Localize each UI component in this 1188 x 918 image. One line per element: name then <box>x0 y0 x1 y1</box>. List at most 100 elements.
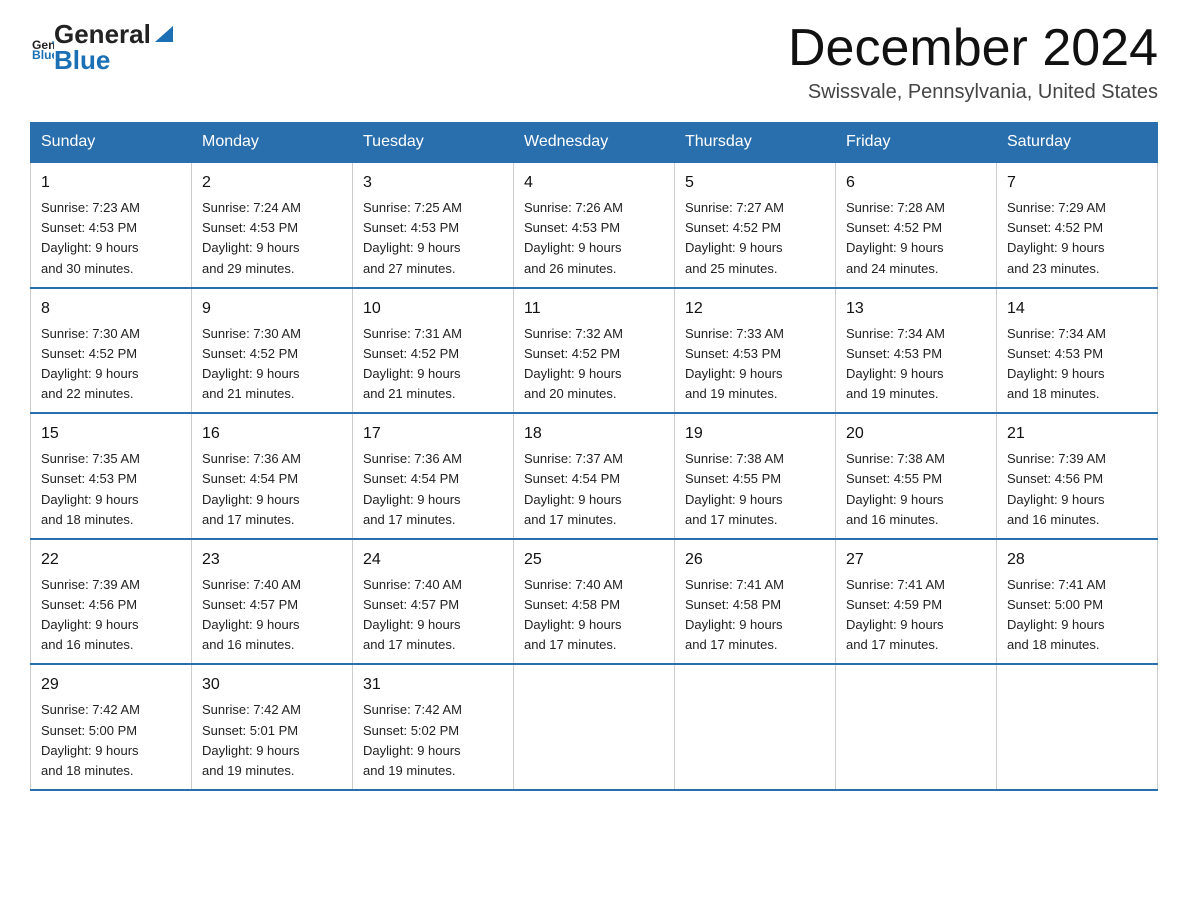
logo: General Blue General Blue <box>30 20 173 76</box>
day-info: Sunrise: 7:30 AMSunset: 4:52 PMDaylight:… <box>41 324 181 405</box>
day-info: Sunrise: 7:29 AMSunset: 4:52 PMDaylight:… <box>1007 198 1147 279</box>
calendar-day-cell: 2Sunrise: 7:24 AMSunset: 4:53 PMDaylight… <box>192 162 353 288</box>
day-number: 2 <box>202 171 342 195</box>
weekday-header-wednesday: Wednesday <box>514 123 675 163</box>
day-number: 8 <box>41 297 181 321</box>
day-info: Sunrise: 7:32 AMSunset: 4:52 PMDaylight:… <box>524 324 664 405</box>
calendar-day-cell: 12 Sunrise: 7:33 AMSunset: 4:53 PMDayligh… <box>675 288 836 414</box>
calendar-day-cell: 7 Sunrise: 7:29 AMSunset: 4:52 PMDaylight… <box>997 162 1158 288</box>
weekday-header-monday: Monday <box>192 123 353 163</box>
calendar-day-cell: 16 Sunrise: 7:36 AMSunset: 4:54 PMDayligh… <box>192 413 353 539</box>
day-info: Sunrise: 7:38 AMSunset: 4:55 PMDaylight:… <box>846 449 986 530</box>
page-header: General Blue General Blue December 2024 … <box>30 20 1158 104</box>
calendar-week-row: 8 Sunrise: 7:30 AMSunset: 4:52 PMDaylight… <box>31 288 1158 414</box>
calendar-day-cell: 3 Sunrise: 7:25 AMSunset: 4:53 PMDaylight… <box>353 162 514 288</box>
calendar-day-cell: 31 Sunrise: 7:42 AMSunset: 5:02 PMDayligh… <box>353 664 514 790</box>
calendar-day-cell <box>836 664 997 790</box>
day-number: 6 <box>846 171 986 195</box>
calendar-day-cell: 26 Sunrise: 7:41 AMSunset: 4:58 PMDayligh… <box>675 539 836 665</box>
day-number: 23 <box>202 548 342 572</box>
calendar-week-row: 15Sunrise: 7:35 AMSunset: 4:53 PMDayligh… <box>31 413 1158 539</box>
day-number: 29 <box>41 673 181 697</box>
day-info: Sunrise: 7:26 AMSunset: 4:53 PMDaylight:… <box>524 198 664 279</box>
day-info: Sunrise: 7:37 AMSunset: 4:54 PMDaylight:… <box>524 449 664 530</box>
calendar-day-cell: 30Sunrise: 7:42 AMSunset: 5:01 PMDayligh… <box>192 664 353 790</box>
calendar-day-cell: 17 Sunrise: 7:36 AMSunset: 4:54 PMDayligh… <box>353 413 514 539</box>
day-info: Sunrise: 7:40 AMSunset: 4:57 PMDaylight:… <box>202 575 342 656</box>
calendar-day-cell: 15Sunrise: 7:35 AMSunset: 4:53 PMDayligh… <box>31 413 192 539</box>
day-info: Sunrise: 7:31 AMSunset: 4:52 PMDaylight:… <box>363 324 503 405</box>
calendar-table: SundayMondayTuesdayWednesdayThursdayFrid… <box>30 122 1158 791</box>
logo-triangle-icon <box>155 26 173 42</box>
calendar-day-cell: 4 Sunrise: 7:26 AMSunset: 4:53 PMDaylight… <box>514 162 675 288</box>
weekday-header-tuesday: Tuesday <box>353 123 514 163</box>
calendar-day-cell: 22Sunrise: 7:39 AMSunset: 4:56 PMDayligh… <box>31 539 192 665</box>
day-info: Sunrise: 7:40 AMSunset: 4:58 PMDaylight:… <box>524 575 664 656</box>
day-number: 4 <box>524 171 664 195</box>
calendar-day-cell: 10Sunrise: 7:31 AMSunset: 4:52 PMDayligh… <box>353 288 514 414</box>
day-number: 19 <box>685 422 825 446</box>
day-info: Sunrise: 7:28 AMSunset: 4:52 PMDaylight:… <box>846 198 986 279</box>
logo-icon: General Blue <box>32 37 54 59</box>
day-info: Sunrise: 7:25 AMSunset: 4:53 PMDaylight:… <box>363 198 503 279</box>
weekday-header-row: SundayMondayTuesdayWednesdayThursdayFrid… <box>31 123 1158 163</box>
day-info: Sunrise: 7:41 AMSunset: 5:00 PMDaylight:… <box>1007 575 1147 656</box>
day-number: 12 <box>685 297 825 321</box>
day-number: 9 <box>202 297 342 321</box>
calendar-week-row: 1Sunrise: 7:23 AMSunset: 4:53 PMDaylight… <box>31 162 1158 288</box>
calendar-day-cell: 20Sunrise: 7:38 AMSunset: 4:55 PMDayligh… <box>836 413 997 539</box>
calendar-day-cell <box>997 664 1158 790</box>
day-number: 24 <box>363 548 503 572</box>
day-info: Sunrise: 7:41 AMSunset: 4:58 PMDaylight:… <box>685 575 825 656</box>
calendar-day-cell: 23 Sunrise: 7:40 AMSunset: 4:57 PMDayligh… <box>192 539 353 665</box>
weekday-header-saturday: Saturday <box>997 123 1158 163</box>
calendar-day-cell: 5 Sunrise: 7:27 AMSunset: 4:52 PMDaylight… <box>675 162 836 288</box>
month-title: December 2024 <box>788 20 1158 77</box>
day-info: Sunrise: 7:34 AMSunset: 4:53 PMDaylight:… <box>846 324 986 405</box>
day-info: Sunrise: 7:30 AMSunset: 4:52 PMDaylight:… <box>202 324 342 405</box>
day-number: 17 <box>363 422 503 446</box>
day-number: 16 <box>202 422 342 446</box>
logo-blue-text: Blue <box>54 46 173 76</box>
calendar-day-cell: 14Sunrise: 7:34 AMSunset: 4:53 PMDayligh… <box>997 288 1158 414</box>
day-number: 25 <box>524 548 664 572</box>
calendar-day-cell <box>514 664 675 790</box>
day-number: 5 <box>685 171 825 195</box>
calendar-day-cell: 27Sunrise: 7:41 AMSunset: 4:59 PMDayligh… <box>836 539 997 665</box>
day-number: 26 <box>685 548 825 572</box>
calendar-day-cell: 1Sunrise: 7:23 AMSunset: 4:53 PMDaylight… <box>31 162 192 288</box>
day-info: Sunrise: 7:36 AMSunset: 4:54 PMDaylight:… <box>202 449 342 530</box>
day-info: Sunrise: 7:23 AMSunset: 4:53 PMDaylight:… <box>41 198 181 279</box>
weekday-header-friday: Friday <box>836 123 997 163</box>
day-info: Sunrise: 7:42 AMSunset: 5:02 PMDaylight:… <box>363 700 503 781</box>
calendar-week-row: 29 Sunrise: 7:42 AMSunset: 5:00 PMDayligh… <box>31 664 1158 790</box>
day-number: 14 <box>1007 297 1147 321</box>
day-info: Sunrise: 7:39 AMSunset: 4:56 PMDaylight:… <box>41 575 181 656</box>
day-info: Sunrise: 7:35 AMSunset: 4:53 PMDaylight:… <box>41 449 181 530</box>
day-number: 31 <box>363 673 503 697</box>
day-number: 30 <box>202 673 342 697</box>
calendar-week-row: 22Sunrise: 7:39 AMSunset: 4:56 PMDayligh… <box>31 539 1158 665</box>
day-number: 3 <box>363 171 503 195</box>
day-number: 18 <box>524 422 664 446</box>
calendar-day-cell: 25 Sunrise: 7:40 AMSunset: 4:58 PMDayligh… <box>514 539 675 665</box>
day-info: Sunrise: 7:36 AMSunset: 4:54 PMDaylight:… <box>363 449 503 530</box>
calendar-day-cell: 29 Sunrise: 7:42 AMSunset: 5:00 PMDayligh… <box>31 664 192 790</box>
calendar-day-cell <box>675 664 836 790</box>
weekday-header-thursday: Thursday <box>675 123 836 163</box>
title-block: December 2024 Swissvale, Pennsylvania, U… <box>788 20 1158 104</box>
day-info: Sunrise: 7:41 AMSunset: 4:59 PMDaylight:… <box>846 575 986 656</box>
calendar-day-cell: 11Sunrise: 7:32 AMSunset: 4:52 PMDayligh… <box>514 288 675 414</box>
day-info: Sunrise: 7:38 AMSunset: 4:55 PMDaylight:… <box>685 449 825 530</box>
calendar-day-cell: 18 Sunrise: 7:37 AMSunset: 4:54 PMDayligh… <box>514 413 675 539</box>
day-number: 7 <box>1007 171 1147 195</box>
calendar-day-cell: 9 Sunrise: 7:30 AMSunset: 4:52 PMDaylight… <box>192 288 353 414</box>
day-info: Sunrise: 7:39 AMSunset: 4:56 PMDaylight:… <box>1007 449 1147 530</box>
svg-text:Blue: Blue <box>32 48 54 59</box>
calendar-day-cell: 13Sunrise: 7:34 AMSunset: 4:53 PMDayligh… <box>836 288 997 414</box>
day-info: Sunrise: 7:33 AMSunset: 4:53 PMDaylight:… <box>685 324 825 405</box>
calendar-day-cell: 24Sunrise: 7:40 AMSunset: 4:57 PMDayligh… <box>353 539 514 665</box>
day-number: 21 <box>1007 422 1147 446</box>
day-info: Sunrise: 7:27 AMSunset: 4:52 PMDaylight:… <box>685 198 825 279</box>
day-info: Sunrise: 7:42 AMSunset: 5:00 PMDaylight:… <box>41 700 181 781</box>
